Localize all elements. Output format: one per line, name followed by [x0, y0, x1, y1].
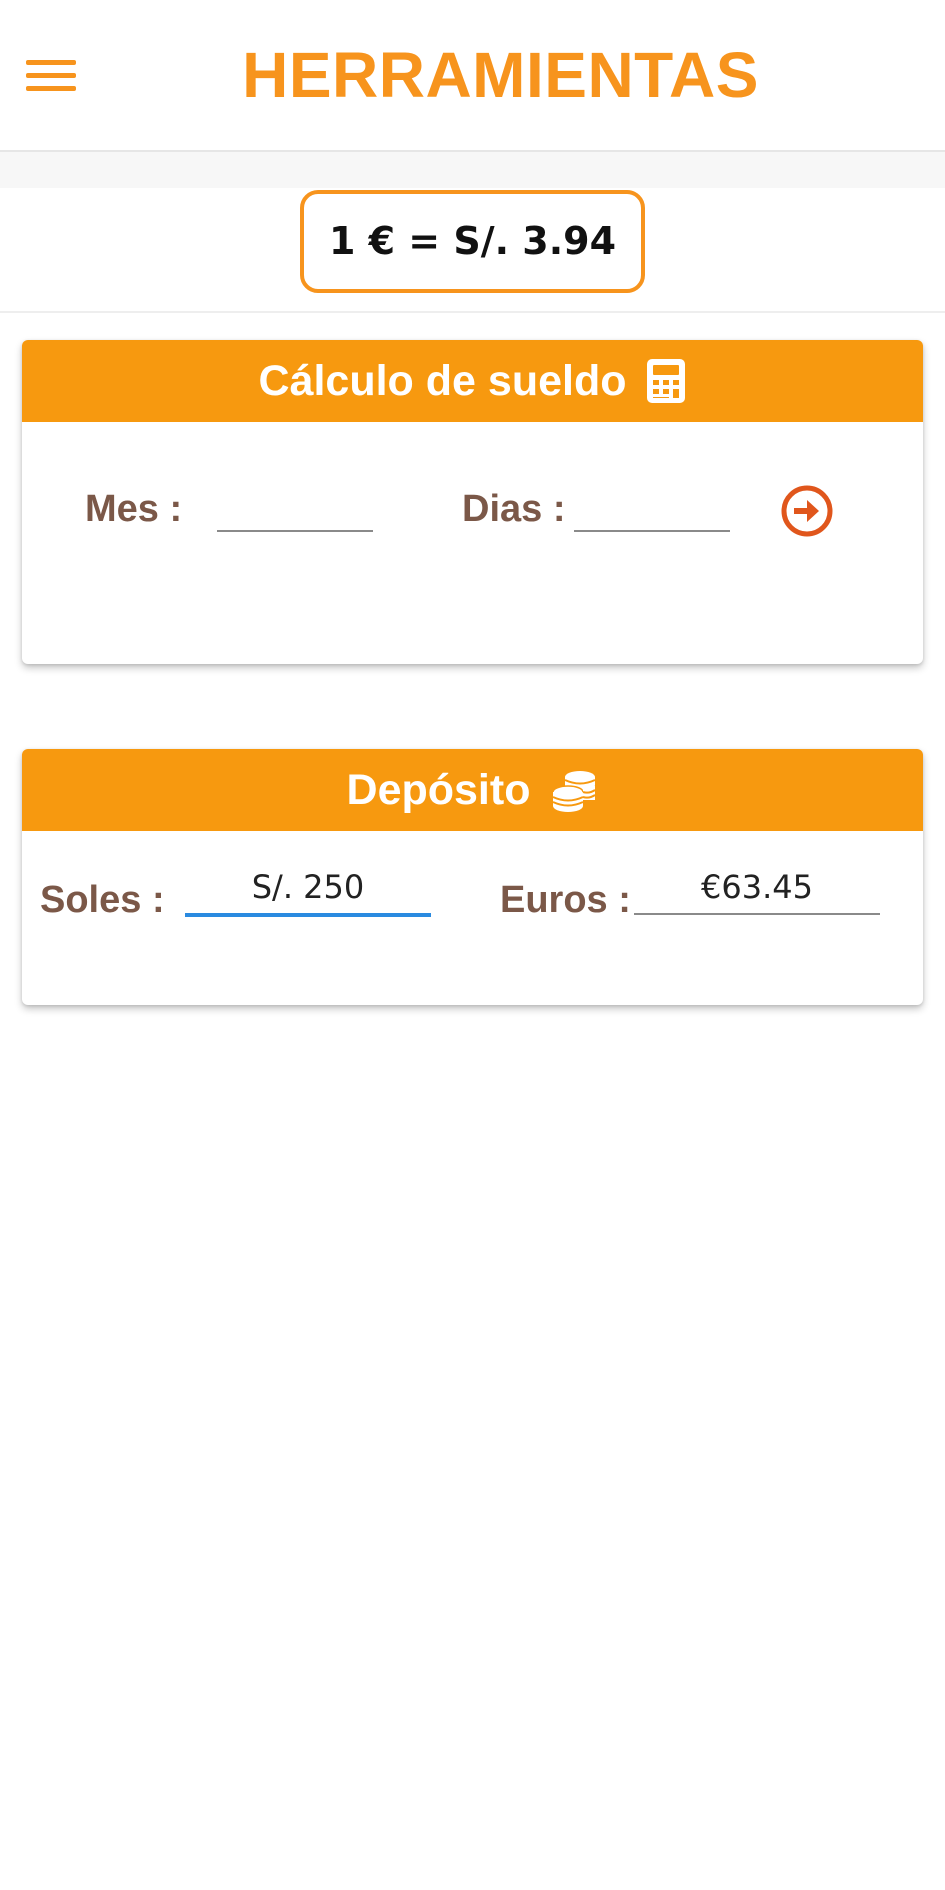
mes-label: Mes : — [85, 488, 183, 530]
euros-label: Euros : — [500, 879, 631, 921]
soles-label: Soles : — [40, 879, 165, 921]
salary-card: Cálculo de sueldo Mes : Dias : — [22, 340, 923, 664]
page-title: HERRAMIENTAS — [242, 39, 759, 111]
salary-card-title: Cálculo de sueldo — [258, 356, 627, 405]
arrow-right-circle-icon[interactable] — [780, 484, 834, 538]
exchange-rate-band: 1 € = S/. 3.94 — [0, 188, 945, 313]
exchange-rate-display: 1 € = S/. 3.94 — [300, 190, 645, 293]
app-bar: HERRAMIENTAS — [0, 0, 945, 152]
divider-strip — [0, 152, 945, 188]
dias-label: Dias : — [462, 488, 566, 530]
deposit-card-title: Depósito — [346, 765, 531, 814]
salary-card-header: Cálculo de sueldo — [22, 340, 923, 422]
soles-input[interactable] — [185, 861, 431, 917]
mes-input[interactable] — [217, 488, 373, 532]
calculator-icon — [646, 358, 686, 404]
dias-input[interactable] — [574, 488, 730, 532]
coins-icon — [550, 768, 598, 812]
deposit-card-header: Depósito — [22, 749, 923, 831]
deposit-card: Depósito Soles : Euros : — [22, 749, 923, 1005]
euros-output[interactable] — [634, 861, 880, 915]
